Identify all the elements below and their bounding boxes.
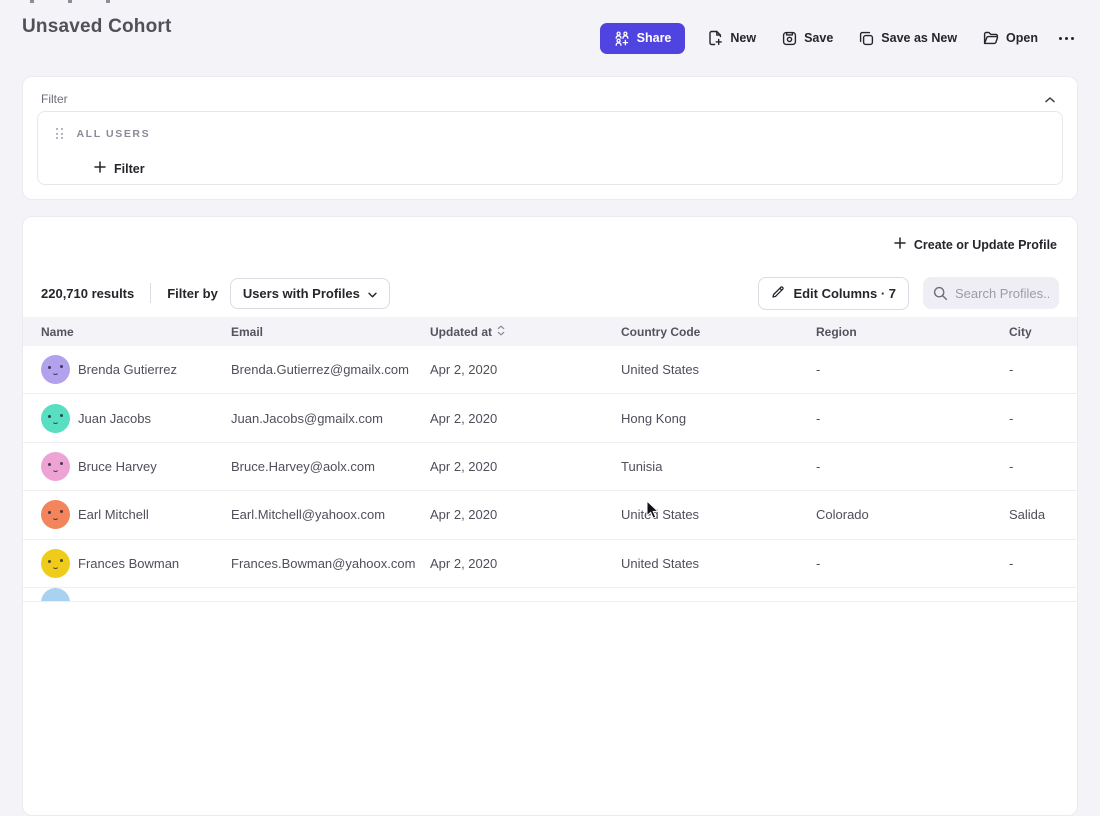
collapse-filter-button[interactable] [1041,87,1059,110]
profiles-panel: Create or Update Profile 220,710 results… [22,216,1078,816]
profiles-filter-dropdown[interactable]: Users with Profiles [230,278,390,309]
cell-email: Bruce.Harvey@aolx.com [231,459,430,474]
page-title: Unsaved Cohort [22,16,172,38]
profiles-toolbar: 220,710 results Filter by Users with Pro… [23,269,1077,317]
pencil-icon [771,285,785,302]
drag-handle-icon[interactable] [54,126,65,141]
results-count: 220,710 results [41,286,134,301]
table-row-partial[interactable] [23,588,1077,602]
column-header-updated-at[interactable]: Updated at [430,325,621,339]
file-plus-icon [708,30,723,46]
table-body: Brenda Gutierrez Brenda.Gutierrez@gmailx… [23,346,1077,602]
column-header-country-code: Country Code [621,325,816,339]
open-button-label: Open [1006,31,1038,45]
table-row[interactable]: Brenda Gutierrez Brenda.Gutierrez@gmailx… [23,346,1077,394]
cell-name: Juan Jacobs [78,411,151,426]
search-box [923,277,1059,309]
share-people-icon [614,31,630,46]
share-button[interactable]: Share [600,23,686,54]
cell-region: - [816,459,1009,474]
save-button-label: Save [804,31,833,45]
column-header-name: Name [41,325,231,339]
table-header: Name Email Updated at Country Code Regio… [23,317,1077,346]
avatar [41,355,70,384]
cell-country: United States [621,362,816,377]
column-header-region: Region [816,325,1009,339]
cell-email: Juan.Jacobs@gmailx.com [231,411,430,426]
copy-icon [859,31,874,46]
save-button[interactable]: Save [771,24,844,53]
save-as-new-button[interactable]: Save as New [848,24,968,53]
topbar-actions: Share New Save Save as New [600,22,1080,54]
sort-icon [497,325,505,339]
cell-city: - [1009,362,1059,377]
filter-group: ALL USERS Filter [37,111,1063,185]
plus-icon [894,237,906,252]
cell-region: - [816,362,1009,377]
table-row[interactable]: Juan Jacobs Juan.Jacobs@gmailx.com Apr 2… [23,394,1077,442]
cell-country: Tunisia [621,459,816,474]
cell-country: United States [621,507,816,522]
filter-panel-title: Filter [41,92,68,106]
new-button-label: New [730,31,756,45]
cell-region: - [816,556,1009,571]
divider [150,283,151,303]
chevron-down-icon [368,286,377,301]
plus-icon [94,161,106,176]
cell-city: - [1009,411,1059,426]
cell-city: - [1009,556,1059,571]
share-button-label: Share [637,31,672,45]
more-options-button[interactable] [1053,29,1080,48]
avatar [41,404,70,433]
cell-name: Brenda Gutierrez [78,362,177,377]
avatar [41,452,70,481]
edit-columns-button[interactable]: Edit Columns · 7 [758,277,909,310]
save-icon [782,31,797,46]
cell-name: Earl Mitchell [78,507,149,522]
cell-region: Colorado [816,507,1009,522]
all-users-label: ALL USERS [77,128,151,140]
add-filter-button[interactable]: Filter [88,157,151,180]
table-row[interactable]: Earl Mitchell Earl.Mitchell@yahoox.com A… [23,491,1077,539]
filter-by-label: Filter by [167,286,218,301]
cell-updated: Apr 2, 2020 [430,507,621,522]
cell-region: - [816,411,1009,426]
cell-email: Frances.Bowman@yahoox.com [231,556,430,571]
cell-name: Bruce Harvey [78,459,157,474]
cell-country: Hong Kong [621,411,816,426]
column-header-email: Email [231,325,430,339]
table-row[interactable]: Bruce Harvey Bruce.Harvey@aolx.com Apr 2… [23,443,1077,491]
cell-updated: Apr 2, 2020 [430,362,621,377]
folder-icon [983,31,999,45]
avatar [41,588,70,602]
edit-columns-label: Edit Columns · 7 [793,286,896,301]
cell-name: Frances Bowman [78,556,179,571]
column-header-city: City [1009,325,1059,339]
avatar [41,500,70,529]
clipped-breadcrumb-fragment [30,0,110,3]
save-as-new-button-label: Save as New [881,31,957,45]
create-or-update-profile-label: Create or Update Profile [914,238,1057,252]
cell-email: Earl.Mitchell@yahoox.com [231,507,430,522]
add-filter-label: Filter [114,162,145,176]
profiles-filter-value: Users with Profiles [243,286,360,301]
cell-city: Salida [1009,507,1059,522]
cell-email: Brenda.Gutierrez@gmailx.com [231,362,430,377]
open-button[interactable]: Open [972,24,1049,52]
cell-updated: Apr 2, 2020 [430,411,621,426]
filter-panel: Filter ALL USERS Filter [22,76,1078,200]
cell-updated: Apr 2, 2020 [430,459,621,474]
cell-city: - [1009,459,1059,474]
table-row[interactable]: Frances Bowman Frances.Bowman@yahoox.com… [23,540,1077,588]
chevron-up-icon [1045,91,1055,106]
create-or-update-profile-button[interactable]: Create or Update Profile [890,231,1061,258]
new-button[interactable]: New [697,23,767,53]
cell-country: United States [621,556,816,571]
cell-updated: Apr 2, 2020 [430,556,621,571]
avatar [41,549,70,578]
